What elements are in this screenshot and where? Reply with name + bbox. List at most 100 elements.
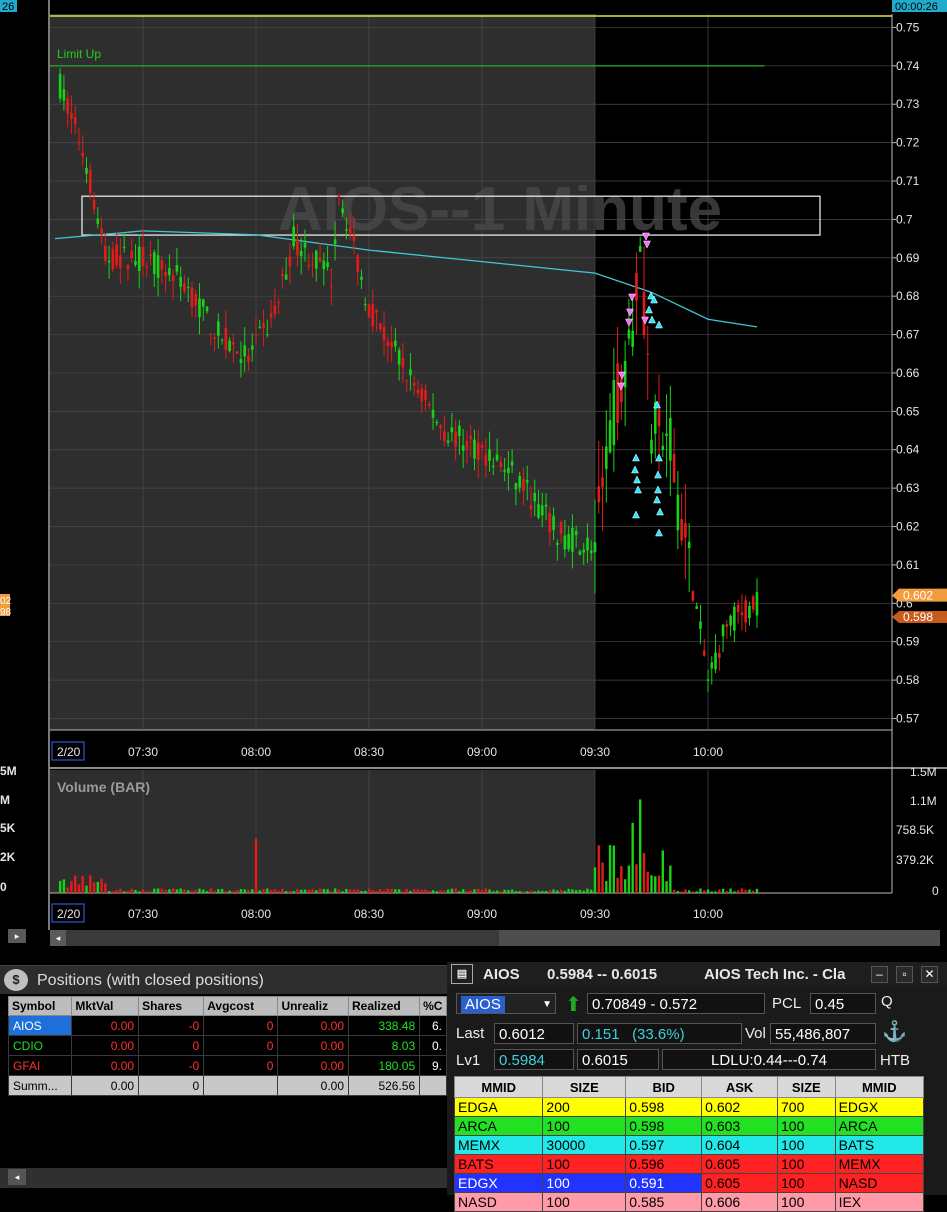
candle-body xyxy=(337,194,341,197)
candle-body xyxy=(119,255,122,268)
volume-bar xyxy=(578,889,582,893)
candle-body xyxy=(593,542,597,553)
volume-bar xyxy=(507,889,510,893)
positions-cell: 180.05 xyxy=(348,1055,421,1076)
candle-body xyxy=(318,257,322,262)
bid-cell: 100 xyxy=(542,1173,627,1193)
candle-body xyxy=(235,351,239,354)
chart-scroll-thumb[interactable] xyxy=(499,930,940,946)
positions-column-header[interactable]: MktVal xyxy=(71,996,140,1016)
book-column-header[interactable]: BID xyxy=(625,1076,703,1098)
volume-bar xyxy=(100,878,103,893)
bid-cell: EDGA xyxy=(453,1097,544,1117)
volume-bar xyxy=(247,889,250,893)
minimize-button[interactable]: – xyxy=(871,966,888,983)
candle-body xyxy=(205,306,209,312)
bid-cell: BATS xyxy=(453,1154,544,1174)
volume-bar xyxy=(322,888,325,893)
volume-bar xyxy=(394,889,397,893)
volume-bar xyxy=(718,889,721,893)
volume-bar xyxy=(390,888,393,893)
volume-bar xyxy=(480,889,484,893)
positions-cell: -0 xyxy=(138,1055,205,1076)
positions-summary-row[interactable]: Summ... 0.00 0 0.00 526.56 xyxy=(7,1075,447,1096)
volume-bar xyxy=(736,890,740,893)
book-row[interactable]: MEMX 30000 0.597 0.604 100 BATS xyxy=(453,1135,925,1155)
chevron-down-icon[interactable]: ▼ xyxy=(542,994,552,1015)
volume-bar xyxy=(187,890,190,893)
close-button[interactable]: ✕ xyxy=(921,966,938,983)
last-price: 0.6012 xyxy=(494,1023,574,1044)
candle-body xyxy=(201,299,205,307)
candle-body xyxy=(175,265,179,272)
positions-column-header[interactable]: Unrealiz xyxy=(277,996,350,1016)
candle-body xyxy=(582,549,585,553)
positions-table: Symbol MktVal Shares Avgcost Unrealiz Realize… xyxy=(7,996,447,1096)
maximize-button[interactable]: ▫ xyxy=(896,966,913,983)
positions-row[interactable]: CDIO 0.00 0 0 0.00 8.03 0. xyxy=(7,1035,447,1056)
candle-body xyxy=(552,515,555,530)
book-row[interactable]: EDGX 100 0.591 0.605 100 NASD xyxy=(453,1173,925,1193)
candle-body xyxy=(266,334,269,336)
positions-row[interactable]: AIOS 0.00 -0 0 0.00 338.48 6. xyxy=(7,1015,447,1036)
positions-column-header[interactable]: Symbol xyxy=(7,996,73,1016)
volume-bar xyxy=(446,889,450,893)
positions-titlebar[interactable]: $ Positions (with closed positions) xyxy=(0,966,447,994)
volume-bar xyxy=(333,888,337,893)
positions-cell: 0. xyxy=(419,1035,447,1056)
positions-column-header[interactable]: Realized xyxy=(348,996,421,1016)
anchor-icon[interactable]: ⚓ xyxy=(882,1019,907,1044)
volume-bar xyxy=(484,888,487,893)
symbol-input-value: AIOS xyxy=(461,996,505,1013)
candle-body xyxy=(412,382,416,386)
price-chart[interactable]: AIOS--1 Minute Limit Up 0.750.740.730.72… xyxy=(0,0,947,950)
scroll-left-button[interactable]: ▸ xyxy=(8,929,26,943)
positions-cell: 0.00 xyxy=(277,1035,350,1056)
htb-label: HTB xyxy=(880,1052,910,1069)
book-column-header[interactable]: MMID xyxy=(834,1076,925,1098)
positions-cell: 9. xyxy=(419,1055,447,1076)
vol-label: Vol xyxy=(745,1025,766,1042)
candle-body xyxy=(168,267,171,276)
positions-column-header[interactable]: %C xyxy=(419,996,447,1016)
volume-bar xyxy=(552,889,555,893)
book-column-header[interactable]: SIZE xyxy=(777,1076,836,1098)
volume-label: Volume (BAR) xyxy=(57,779,150,795)
positions-cell: 338.48 xyxy=(348,1015,421,1036)
candle-body xyxy=(194,294,198,306)
volume-bar xyxy=(623,879,627,893)
candle-body xyxy=(115,244,118,266)
book-column-header[interactable]: SIZE xyxy=(542,1076,627,1098)
volume-bar xyxy=(273,889,277,893)
price-tick-label: 0.61 xyxy=(896,558,920,572)
positions-scroll-left-button[interactable]: ◂ xyxy=(8,1169,26,1185)
positions-scrollbar[interactable] xyxy=(0,1168,447,1188)
left-clip-label: 98 xyxy=(0,607,12,618)
candle-body xyxy=(307,264,311,267)
positions-column-header[interactable]: Shares xyxy=(138,996,205,1016)
book-row[interactable]: EDGA 200 0.598 0.602 700 EDGX xyxy=(453,1097,925,1117)
positions-row[interactable]: GFAI 0.00 -0 0 0.00 180.05 9. xyxy=(7,1055,447,1076)
candle-body xyxy=(499,462,503,468)
bid-cell: 0.596 xyxy=(625,1154,703,1174)
positions-cell: 0.00 xyxy=(277,1015,350,1036)
book-row[interactable]: BATS 100 0.596 0.605 100 MEMX xyxy=(453,1154,925,1174)
candle-body xyxy=(435,421,439,424)
candle-body xyxy=(382,326,386,341)
ask-cell: EDGX xyxy=(834,1097,925,1117)
volume-bar xyxy=(755,888,759,893)
positions-cell: 0.00 xyxy=(71,1035,140,1056)
chart-scroll-left-button[interactable]: ◂ xyxy=(50,930,66,946)
symbol-input[interactable]: AIOS ▼ xyxy=(456,993,556,1014)
book-column-header[interactable]: MMID xyxy=(453,1076,544,1098)
book-column-header[interactable]: ASK xyxy=(701,1076,778,1098)
volume-bar xyxy=(639,799,642,893)
candle-body xyxy=(706,679,710,681)
candle-body xyxy=(322,260,326,270)
positions-column-header[interactable]: Avgcost xyxy=(203,996,279,1016)
last-price-tag-label: 0.602 xyxy=(903,589,933,603)
book-row[interactable]: NASD 100 0.585 0.606 100 IEX xyxy=(453,1192,925,1212)
book-row[interactable]: ARCA 100 0.598 0.603 100 ARCA xyxy=(453,1116,925,1136)
candle-body xyxy=(288,256,292,267)
candle-body xyxy=(213,337,216,339)
